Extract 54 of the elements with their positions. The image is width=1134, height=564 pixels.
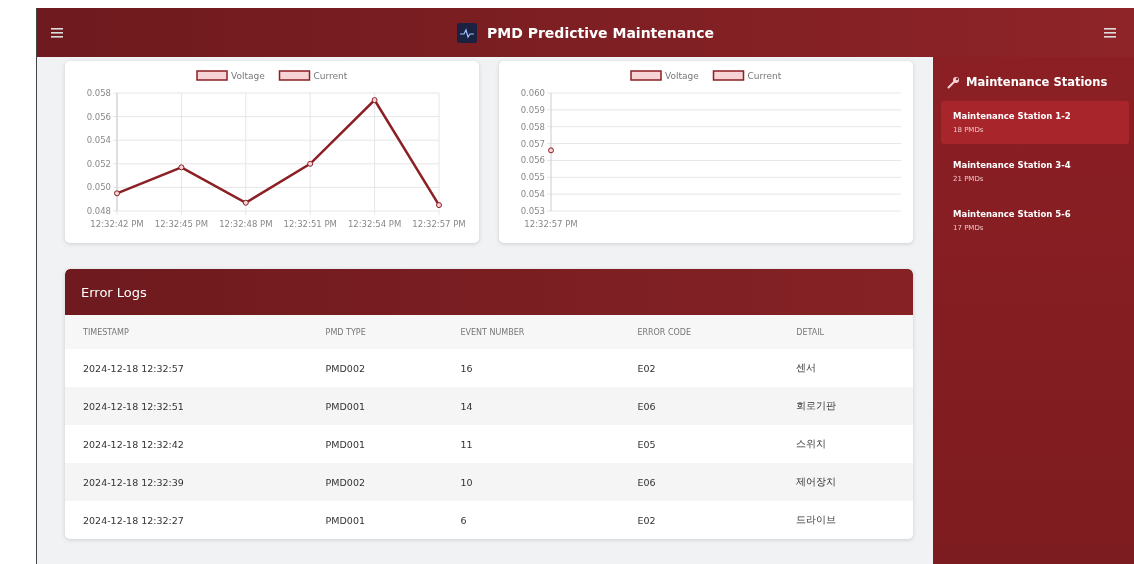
table-cell: 16 — [442, 349, 620, 387]
axis-label: 0.058 — [86, 88, 111, 98]
table-cell: E05 — [619, 425, 779, 463]
axis-label: 0.054 — [520, 189, 545, 200]
table-cell: 2024-12-18 12:32:27 — [65, 501, 308, 539]
table-cell: 14 — [442, 387, 620, 425]
column-header: DETAIL — [778, 315, 913, 349]
axis-label: 0.054 — [86, 135, 111, 146]
axis-label: 0.052 — [86, 158, 111, 169]
table-cell: 드라이브 — [778, 501, 913, 539]
axis-label: 12:32:57 PM — [524, 219, 578, 229]
axis-label: 0.055 — [520, 172, 545, 183]
table-cell: 2024-12-18 12:32:42 — [65, 425, 308, 463]
table-cell: 6 — [442, 501, 620, 539]
table-cell: E02 — [619, 501, 779, 539]
axis-label: 0.058 — [520, 121, 545, 132]
table-cell: PMD002 — [307, 349, 443, 387]
axis-label: 0.050 — [86, 182, 111, 193]
table-cell: PMD002 — [307, 463, 443, 501]
axis-label: 0.060 — [520, 88, 545, 98]
table-cell: 10 — [442, 463, 620, 501]
axis-label: 12:32:42 PM — [90, 219, 144, 229]
axis-label: 0.056 — [520, 155, 545, 166]
sidebar-title: Maintenance Stations — [966, 75, 1108, 89]
table-cell: E02 — [619, 349, 779, 387]
axis-label: 12:32:57 PM — [412, 219, 466, 229]
table-cell: 2024-12-18 12:32:57 — [65, 349, 308, 387]
table-cell: 회로기판 — [778, 387, 913, 425]
column-header: PMD TYPE — [307, 315, 443, 349]
axis-label: 0.059 — [520, 104, 545, 115]
table-cell: 2024-12-18 12:32:39 — [65, 463, 308, 501]
table-cell: 스위치 — [778, 425, 913, 463]
column-header: TIMESTAMP — [65, 315, 308, 349]
error-logs-title: Error Logs — [65, 269, 913, 315]
table-cell: PMD001 — [307, 425, 443, 463]
axis-label: 0.053 — [520, 206, 545, 216]
table-cell: 2024-12-18 12:32:51 — [65, 387, 308, 425]
axis-label: 0.048 — [86, 206, 111, 216]
app-title: PMD Predictive Maintenance — [487, 24, 714, 41]
table-cell: E06 — [619, 463, 779, 501]
column-header: EVENT NUMBER — [442, 315, 620, 349]
axis-label: 12:32:54 PM — [347, 219, 402, 229]
table-cell: PMD001 — [307, 387, 443, 425]
axis-label: 12:32:48 PM — [219, 219, 273, 229]
table-cell: 11 — [442, 425, 620, 463]
table-cell: E06 — [619, 387, 779, 425]
axis-label: 0.057 — [520, 138, 545, 149]
axis-label: 0.056 — [86, 111, 111, 122]
axis-label: 12:32:45 PM — [154, 219, 209, 229]
axis-label: 12:32:51 PM — [283, 219, 337, 229]
column-header: ERROR CODE — [619, 315, 779, 349]
table-cell: 센서 — [778, 349, 913, 387]
table-cell: 제어장치 — [778, 463, 913, 501]
table-cell: PMD001 — [307, 501, 443, 539]
